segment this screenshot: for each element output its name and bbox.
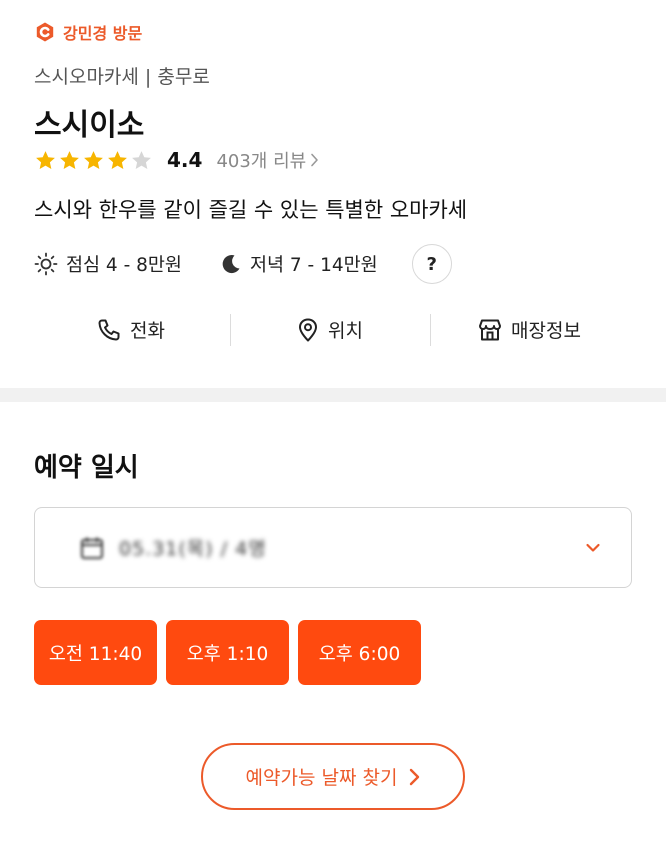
reservation-title: 예약 일시 xyxy=(34,453,139,483)
date-party-select[interactable]: 05.31(목) / 4명 xyxy=(34,507,632,588)
review-count: 403개 리뷰 xyxy=(216,151,307,172)
lunch-price: 점심 4 - 8만원 xyxy=(34,251,182,277)
time-slot-button[interactable]: 오후 6:00 xyxy=(298,620,421,685)
store-info-button[interactable]: 매장정보 xyxy=(477,316,581,343)
call-label: 전화 xyxy=(130,320,165,342)
visit-label: 강민경 방문 xyxy=(63,24,143,43)
store-info-label: 매장정보 xyxy=(511,320,581,342)
star-rating xyxy=(34,149,153,172)
action-row: 전화 위치 매장정보 xyxy=(0,310,666,350)
sun-icon xyxy=(34,252,58,276)
location-label: 위치 xyxy=(328,320,363,342)
restaurant-description: 스시와 한우를 같이 즐길 수 있는 특별한 오마카세 xyxy=(34,198,468,222)
dinner-price-text: 저녁 7 - 14만원 xyxy=(249,255,378,276)
chevron-down-icon xyxy=(586,543,600,552)
star-filled-icon xyxy=(60,150,79,169)
restaurant-category: 스시오마카세 | 충무로 xyxy=(34,66,210,88)
price-row: 점심 4 - 8만원 저녁 7 - 14만원 ? xyxy=(34,244,452,284)
find-available-dates-label: 예약가능 날짜 찾기 xyxy=(245,767,398,789)
phone-icon xyxy=(98,319,120,340)
time-slot-button[interactable]: 오전 11:40 xyxy=(34,620,157,685)
selected-date-text: 05.31(목) / 4명 xyxy=(119,538,267,560)
visit-badge: 강민경 방문 xyxy=(34,20,142,44)
call-button[interactable]: 전화 xyxy=(96,316,165,343)
location-pin-icon xyxy=(299,318,317,341)
review-link[interactable]: 403개 리뷰 xyxy=(216,147,319,173)
find-available-dates-button[interactable]: 예약가능 날짜 찾기 xyxy=(201,743,465,810)
price-help-button[interactable]: ? xyxy=(411,244,452,284)
action-divider xyxy=(430,314,431,346)
rating-row: 4.4 403개 리뷰 xyxy=(34,147,319,173)
catchtable-logo-icon xyxy=(36,22,54,42)
chevron-right-icon xyxy=(410,768,420,785)
location-button[interactable]: 위치 xyxy=(296,316,363,343)
star-empty-icon xyxy=(132,150,151,169)
star-filled-icon xyxy=(84,150,103,169)
calendar-icon xyxy=(81,537,103,559)
moon-icon xyxy=(222,255,240,274)
action-divider xyxy=(230,314,231,346)
chevron-right-icon xyxy=(311,153,319,167)
restaurant-name: 스시이소 xyxy=(34,108,145,143)
dinner-price: 저녁 7 - 14만원 xyxy=(220,251,378,277)
star-filled-icon xyxy=(36,150,55,169)
section-divider xyxy=(0,388,666,402)
star-filled-icon xyxy=(108,150,127,169)
time-slot-button[interactable]: 오후 1:10 xyxy=(166,620,289,685)
store-icon xyxy=(479,319,501,340)
rating-score: 4.4 xyxy=(167,148,203,172)
time-slot-list: 오전 11:40 오후 1:10 오후 6:00 xyxy=(34,620,421,685)
lunch-price-text: 점심 4 - 8만원 xyxy=(66,255,182,276)
